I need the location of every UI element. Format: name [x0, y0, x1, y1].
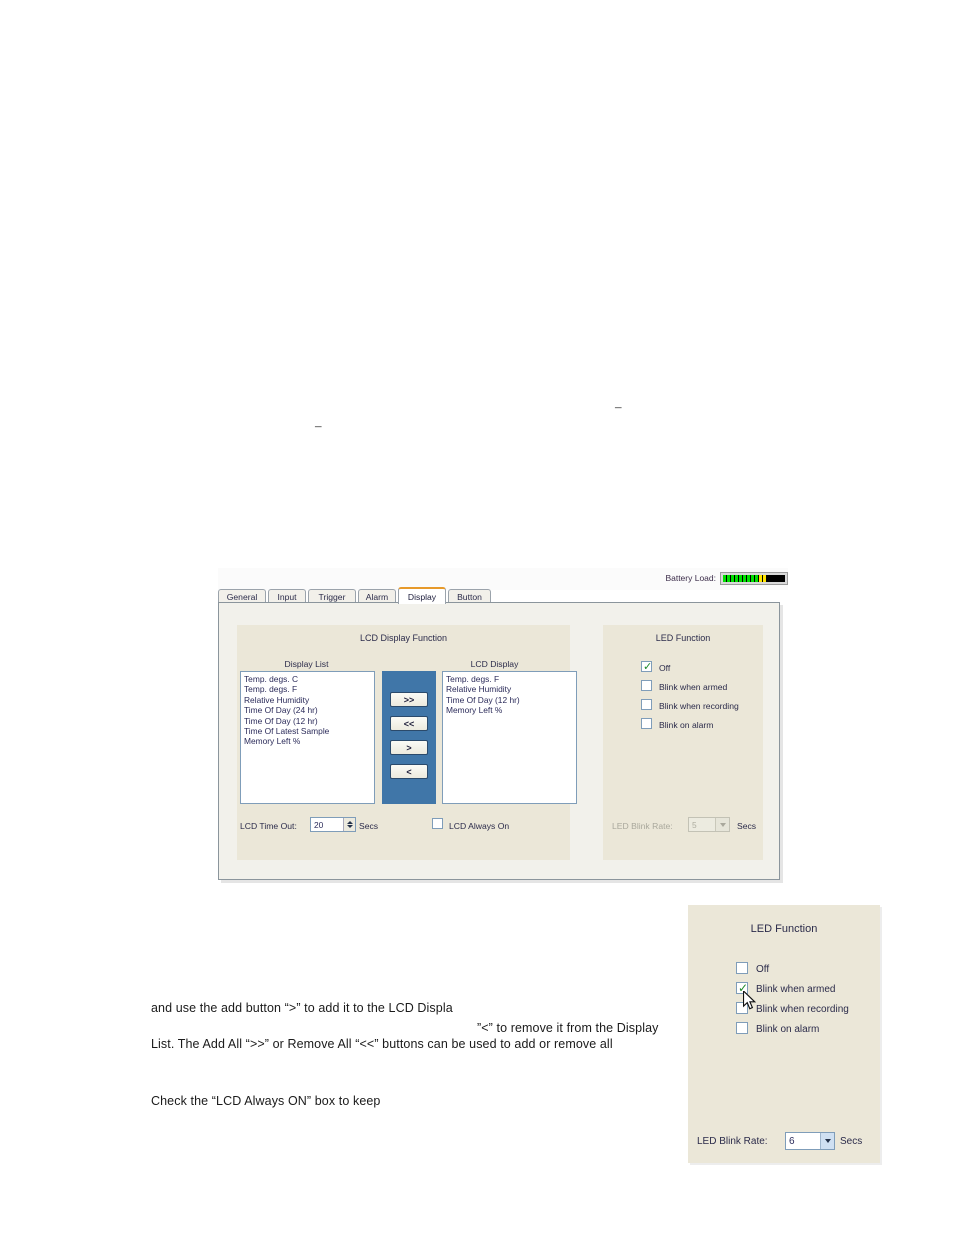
- display-list-listbox[interactable]: Temp. degs. C Temp. degs. F Relative Humid…: [240, 671, 375, 804]
- remove-all-button[interactable]: <<: [390, 716, 428, 731]
- doc-paragraph-2: ”<” to remove it from the Display: [477, 1021, 659, 1035]
- lcd-timeout-value: 20: [314, 819, 324, 830]
- lcd-timeout-label: LCD Time Out:: [240, 821, 297, 831]
- list-item[interactable]: Time Of Day (24 hr): [244, 705, 371, 715]
- lcd-display-label: LCD Display: [470, 659, 519, 669]
- doc-paragraph-4: Check the “LCD Always ON” box to keep: [151, 1094, 381, 1108]
- battery-segment: [735, 575, 738, 582]
- doc-paragraph-3: List. The Add All “>>” or Remove All “<<…: [151, 1037, 613, 1051]
- battery-segment: [747, 575, 750, 582]
- lcd-timeout-units: Secs: [359, 821, 379, 831]
- tab-bar: General Input Trigger Alarm Display Button: [218, 587, 788, 604]
- inset-led-function-panel: LED Function Off ✓ Blink when armed Blin…: [688, 905, 880, 1163]
- led-function-panel: LED Function ✓ Off Blink when armed Blin…: [603, 625, 763, 860]
- inset-led-blink-recording-checkbox[interactable]: [736, 1002, 748, 1014]
- led-panel-title: LED Function: [655, 633, 711, 643]
- list-item[interactable]: Time Of Day (12 hr): [446, 695, 573, 705]
- check-icon: ✓: [643, 660, 653, 673]
- dialog-body: LCD Display Function Display List LCD Di…: [218, 602, 780, 880]
- lcd-always-on-label: LCD Always On: [449, 821, 510, 831]
- inset-led-blink-rate-value: 6: [789, 1135, 795, 1147]
- battery-segment: [755, 575, 758, 582]
- list-item[interactable]: Temp. degs. F: [244, 684, 371, 694]
- battery-load-gauge: [720, 572, 788, 585]
- led-off-label: Off: [659, 663, 671, 673]
- stepper-arrows-icon[interactable]: [343, 818, 355, 831]
- inset-led-blink-alarm-label: Blink on alarm: [756, 1024, 820, 1035]
- inset-led-blink-rate-label: LED Blink Rate:: [697, 1136, 768, 1147]
- list-item[interactable]: Temp. degs. C: [244, 674, 371, 684]
- tab-trigger[interactable]: Trigger: [308, 589, 356, 603]
- display-list-label: Display List: [284, 659, 329, 669]
- doc-paragraph-1: and use the add button “>” to add it to …: [151, 1001, 453, 1015]
- battery-segment: [763, 575, 766, 582]
- chevron-down-icon[interactable]: [715, 818, 729, 831]
- led-blink-alarm-checkbox[interactable]: [641, 718, 652, 729]
- led-blink-armed-label: Blink when armed: [659, 682, 728, 692]
- add-button[interactable]: >: [390, 740, 428, 755]
- led-blink-armed-checkbox[interactable]: [641, 680, 652, 691]
- inset-led-off-label: Off: [756, 964, 770, 975]
- list-item[interactable]: Memory Left %: [446, 705, 573, 715]
- device-config-dialog: Battery Load: General Input Trigger Alarm Di…: [218, 568, 788, 886]
- led-blink-rate-select[interactable]: 5: [688, 817, 730, 832]
- inset-led-blink-armed-checkbox[interactable]: ✓: [736, 982, 748, 994]
- battery-segment: [759, 575, 762, 582]
- inset-led-blink-recording-label: Blink when recording: [756, 1004, 849, 1015]
- list-item[interactable]: Time Of Day (12 hr): [244, 716, 371, 726]
- battery-segment: [723, 575, 726, 582]
- inset-led-blink-rate-select[interactable]: 6: [785, 1132, 835, 1150]
- tab-general[interactable]: General: [218, 589, 266, 603]
- list-item[interactable]: Relative Humidity: [446, 684, 573, 694]
- stray-dash-left: –: [315, 418, 322, 433]
- battery-segment: [739, 575, 742, 582]
- list-item[interactable]: Relative Humidity: [244, 695, 371, 705]
- transfer-button-strip: >> << > <: [382, 671, 436, 804]
- list-item[interactable]: Time Of Latest Sample: [244, 726, 371, 736]
- check-icon: ✓: [738, 981, 749, 995]
- battery-segment: [727, 575, 730, 582]
- inset-led-blink-alarm-checkbox[interactable]: [736, 1022, 748, 1034]
- battery-segment: [751, 575, 754, 582]
- battery-segment: [743, 575, 746, 582]
- lcd-panel-title: LCD Display Function: [359, 633, 448, 643]
- battery-segment: [731, 575, 734, 582]
- battery-load-label: Battery Load:: [665, 573, 716, 583]
- lcd-display-listbox[interactable]: Temp. degs. F Relative Humidity Time Of Da…: [442, 671, 577, 804]
- tab-input[interactable]: Input: [268, 589, 306, 603]
- tab-button[interactable]: Button: [448, 589, 491, 603]
- inset-led-blink-rate-units: Secs: [840, 1136, 863, 1147]
- tab-alarm[interactable]: Alarm: [358, 589, 396, 603]
- led-off-checkbox[interactable]: ✓: [641, 661, 652, 672]
- led-blink-recording-label: Blink when recording: [659, 701, 739, 711]
- chevron-down-icon[interactable]: [820, 1133, 834, 1149]
- list-item[interactable]: Memory Left %: [244, 736, 371, 746]
- led-blink-alarm-label: Blink on alarm: [659, 720, 714, 730]
- remove-button[interactable]: <: [390, 764, 428, 779]
- list-item[interactable]: Temp. degs. F: [446, 674, 573, 684]
- lcd-display-function-panel: LCD Display Function Display List LCD Di…: [237, 625, 577, 860]
- led-blink-rate-label: LED Blink Rate:: [612, 821, 673, 831]
- led-blink-rate-units: Secs: [737, 821, 757, 831]
- inset-led-panel-title: LED Function: [750, 923, 818, 935]
- add-all-button[interactable]: >>: [390, 692, 428, 707]
- led-blink-rate-value: 5: [692, 819, 697, 830]
- stray-dash-right: –: [615, 399, 622, 414]
- lcd-timeout-stepper[interactable]: 20: [310, 817, 356, 832]
- led-blink-recording-checkbox[interactable]: [641, 699, 652, 710]
- tab-display[interactable]: Display: [398, 587, 446, 604]
- inset-led-blink-armed-label: Blink when armed: [756, 984, 836, 995]
- lcd-always-on-checkbox[interactable]: [432, 818, 443, 829]
- inset-led-off-checkbox[interactable]: [736, 962, 748, 974]
